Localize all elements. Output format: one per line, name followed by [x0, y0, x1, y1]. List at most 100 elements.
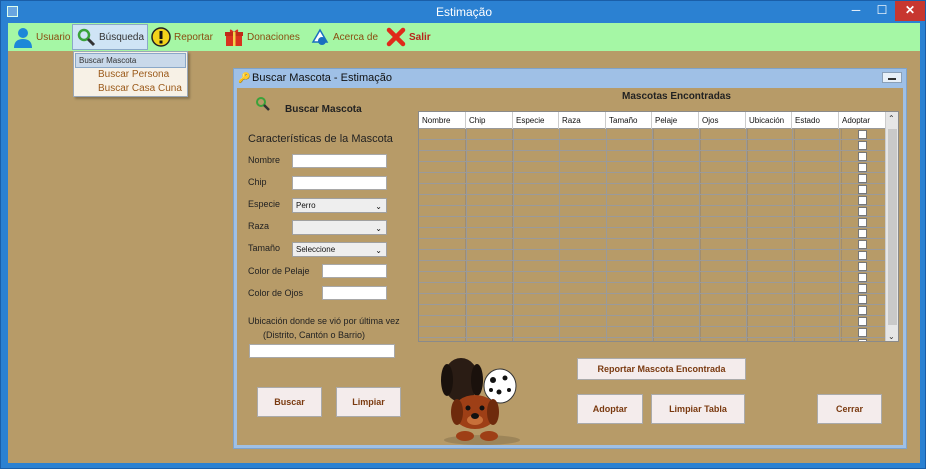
pelaje-label: Color de Pelaje [248, 266, 310, 276]
column-divider [699, 129, 700, 341]
busqueda-dropdown: Buscar Mascota Buscar Persona Buscar Cas… [73, 51, 188, 97]
adoptar-checkbox[interactable] [858, 306, 867, 315]
menu-bar: Usuario Búsqueda Reportar Donaciones Ace… [8, 23, 920, 51]
chevron-down-icon: ⌄ [375, 202, 382, 211]
adoptar-checkbox[interactable] [858, 163, 867, 172]
adoptar-checkbox[interactable] [858, 284, 867, 293]
tamano-select[interactable]: Seleccione ⌄ [292, 242, 387, 257]
chip-label: Chip [248, 177, 267, 187]
adoptar-checkbox[interactable] [858, 317, 867, 326]
adoptar-checkbox[interactable] [858, 262, 867, 271]
adoptar-checkbox[interactable] [858, 196, 867, 205]
buscar-button[interactable]: Buscar [257, 387, 322, 417]
chevron-up-icon[interactable]: ⌃ [888, 114, 895, 123]
table-scrollbar[interactable]: ⌃ ⌄ [885, 112, 898, 341]
ubicacion-hint: (Distrito, Cantón o Barrio) [263, 330, 366, 340]
ubicacion-label: Ubicación donde se vió por última vez [248, 316, 400, 326]
gift-icon [224, 27, 244, 47]
ojos-label: Color de Ojos [248, 288, 304, 298]
search-icon [255, 96, 271, 115]
column-divider [513, 129, 514, 341]
column-divider [606, 129, 607, 341]
title-bar: Estimação ─ ☐ ✕ [1, 1, 926, 23]
buscar-mascota-frame: 🔑 Buscar Mascota - Estimação Buscar Masc… [233, 68, 907, 449]
ubicacion-input[interactable] [249, 344, 395, 358]
reportar-encontrada-button[interactable]: Reportar Mascota Encontrada [577, 358, 746, 380]
menu-busqueda[interactable]: Búsqueda [72, 24, 149, 50]
adoptar-checkbox[interactable] [858, 229, 867, 238]
column-header[interactable]: Ubicación [746, 112, 792, 129]
adoptar-checkbox[interactable] [858, 141, 867, 150]
adoptar-checkbox[interactable] [858, 218, 867, 227]
section-title: Características de la Mascota [248, 133, 393, 145]
column-divider [466, 129, 467, 341]
table-header: Nombre Chip Especie Raza Tamaño Pelaje O… [419, 112, 886, 129]
menu-salir[interactable]: Salir [383, 24, 434, 50]
chevron-down-icon[interactable]: ⌄ [888, 332, 895, 341]
dogs-illustration [437, 350, 527, 446]
dropdown-item-buscar-persona[interactable]: Buscar Persona [75, 68, 186, 82]
key-icon: 🔑 [238, 73, 251, 84]
adoptar-checkbox[interactable] [858, 152, 867, 161]
chip-input[interactable] [292, 176, 387, 190]
frame-body: Buscar Mascota Características de la Mas… [237, 88, 903, 445]
menu-reportar[interactable]: Reportar [148, 24, 216, 50]
column-header[interactable]: Ojos [699, 112, 746, 129]
column-divider [792, 129, 793, 341]
search-icon [76, 27, 96, 47]
column-divider [559, 129, 560, 341]
frame-minimize-button[interactable] [882, 72, 902, 83]
adoptar-button[interactable]: Adoptar [577, 394, 643, 424]
exit-icon [386, 27, 406, 47]
column-header[interactable]: Raza [559, 112, 606, 129]
column-header[interactable]: Nombre [419, 112, 466, 129]
raza-select[interactable]: ⌄ [292, 220, 387, 235]
scrollbar-thumb[interactable] [888, 129, 897, 325]
chevron-down-icon: ⌄ [375, 224, 382, 233]
dropdown-item-buscar-casa-cuna[interactable]: Buscar Casa Cuna [75, 82, 186, 96]
adoptar-checkbox[interactable] [858, 185, 867, 194]
dropdown-item-buscar-mascota[interactable]: Buscar Mascota [75, 53, 186, 68]
column-header[interactable]: Estado [792, 112, 839, 129]
column-header[interactable]: Chip [466, 112, 513, 129]
frame-title-bar: 🔑 Buscar Mascota - Estimação [234, 69, 906, 87]
cerrar-button[interactable]: Cerrar [817, 394, 882, 424]
menu-donaciones[interactable]: Donaciones [221, 24, 303, 50]
close-window-button[interactable]: ✕ [895, 1, 925, 21]
pelaje-input[interactable] [322, 264, 387, 278]
table-title: Mascotas Encontradas [622, 91, 731, 102]
window-title: Estimação [435, 5, 493, 19]
adoptar-checkbox[interactable] [858, 174, 867, 183]
warning-icon [151, 27, 171, 47]
column-header[interactable]: Especie [513, 112, 559, 129]
user-icon [13, 27, 33, 48]
adoptar-checkbox[interactable] [858, 328, 867, 337]
column-divider [839, 129, 840, 341]
info-icon [310, 27, 330, 47]
limpiar-button[interactable]: Limpiar [336, 387, 401, 417]
adoptar-checkbox[interactable] [858, 295, 867, 304]
adoptar-checkbox[interactable] [858, 251, 867, 260]
column-header[interactable]: Tamaño [606, 112, 652, 129]
chevron-down-icon: ⌄ [375, 246, 382, 255]
raza-label: Raza [248, 221, 270, 231]
limpiar-tabla-button[interactable]: Limpiar Tabla [651, 394, 745, 424]
frame-heading: Buscar Mascota [285, 104, 362, 115]
column-header[interactable]: Pelaje [652, 112, 699, 129]
maximize-button[interactable]: ☐ [869, 1, 895, 21]
adoptar-checkbox[interactable] [858, 130, 867, 139]
column-header[interactable]: Adoptar [839, 112, 886, 129]
column-divider [652, 129, 653, 341]
especie-select[interactable]: Perro ⌄ [292, 198, 387, 213]
menu-acerca-de[interactable]: Acerca de [307, 24, 381, 50]
adoptar-checkbox[interactable] [858, 207, 867, 216]
adoptar-checkbox[interactable] [858, 273, 867, 282]
tamano-label: Tamaño [248, 243, 281, 253]
minimize-button[interactable]: ─ [843, 1, 869, 21]
menu-usuario[interactable]: Usuario [10, 24, 73, 50]
adoptar-checkbox[interactable] [858, 339, 867, 341]
ojos-input[interactable] [322, 286, 387, 300]
nombre-input[interactable] [292, 154, 387, 168]
results-table: Nombre Chip Especie Raza Tamaño Pelaje O… [418, 111, 899, 342]
adoptar-checkbox[interactable] [858, 240, 867, 249]
